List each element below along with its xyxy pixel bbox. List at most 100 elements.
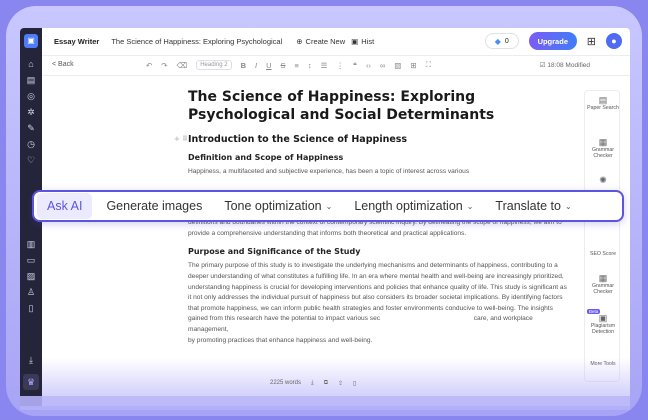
upgrade-button[interactable]: Upgrade: [528, 32, 577, 50]
download-doc-icon[interactable]: ⤓: [311, 380, 314, 387]
document-heading: The Science of Happiness: Exploring Psyc…: [188, 89, 495, 123]
plagiarism-tool[interactable]: ▣ Plagiarism Detection: [585, 313, 621, 336]
length-optimization-label: Length optimization: [354, 199, 463, 213]
plagiarism-label: Plagiarism Detection: [590, 323, 616, 335]
heading-select[interactable]: Heading 2: [196, 60, 232, 70]
chevron-down-icon: ⌄: [466, 201, 474, 211]
file-icon[interactable]: ▯: [25, 302, 37, 314]
line-height-icon[interactable]: ↕: [308, 61, 312, 70]
section-heading-intro: + ⠿ Introduction to the Science of Happi…: [174, 134, 568, 145]
document-title-tab[interactable]: The Science of Happiness: Exploring Psyc…: [111, 37, 282, 46]
subheading-definition: Definition and Scope of Happiness: [188, 153, 344, 162]
chat-icon[interactable]: ▭: [25, 254, 37, 266]
grammar-checker-tool[interactable]: ▦ Grammar Checker: [585, 138, 621, 160]
clock-icon[interactable]: ◷: [25, 138, 37, 150]
create-new-button[interactable]: ⊕ Create New: [296, 37, 345, 46]
translate-label: Translate to: [495, 199, 561, 213]
seo-score-label: SEO Score: [590, 251, 616, 257]
palette-icon: ✺: [599, 175, 607, 185]
format-painter-icon[interactable]: ⌫: [177, 61, 188, 70]
paper-search-label: Paper Search: [587, 105, 619, 111]
grammar-checker-2-icon: ▦: [598, 273, 608, 283]
history-button[interactable]: ▣ Hist: [351, 37, 374, 46]
tone-optimization-dropdown[interactable]: Tone optimization ⌄: [224, 199, 332, 213]
modified-label: 18:08 Modified: [547, 62, 590, 69]
avatar[interactable]: ●: [606, 33, 622, 49]
translate-dropdown[interactable]: Translate to ⌄: [495, 199, 571, 213]
grammar-checker-label: Grammar Checker: [592, 147, 614, 159]
undo-icon[interactable]: ↶: [146, 61, 152, 70]
stamp-icon[interactable]: ♙: [25, 286, 37, 298]
strikethrough-icon[interactable]: S: [281, 61, 286, 70]
app-logo-icon[interactable]: ▣: [24, 34, 38, 48]
grammar-checker-2-label: Grammar Checker: [592, 283, 614, 295]
numbered-list-icon[interactable]: ⋮: [336, 61, 344, 70]
history-icon: ▣: [351, 37, 359, 46]
subheading-purpose: Purpose and Significance of the Study: [188, 247, 361, 257]
document-icon[interactable]: ▤: [25, 74, 37, 86]
history-label: Hist: [361, 37, 375, 46]
editor-toolbar: < Back ↶ ↷ ⌫ Heading 2 B I U S ≡ ↕ ☰ ⋮ ❝…: [42, 56, 630, 76]
seo-score-tool[interactable]: SEO Score: [585, 251, 621, 257]
quote-icon[interactable]: ❝: [353, 61, 357, 70]
chevron-down-icon: ⌄: [564, 201, 572, 211]
fullscreen-icon[interactable]: ⛶: [426, 60, 431, 70]
pen-icon[interactable]: ✎: [25, 122, 37, 134]
app-name: Essay Writer: [54, 37, 100, 46]
more-tools-button[interactable]: More Tools: [585, 361, 621, 367]
word-count-bar: 2225 words ⤓ ⧉ ⇪ ▯: [270, 376, 460, 390]
back-button[interactable]: < Back: [52, 61, 74, 68]
bold-icon[interactable]: B: [241, 61, 246, 70]
image-insert-icon[interactable]: ▧: [394, 61, 401, 70]
download-icon[interactable]: ⤓: [25, 354, 37, 366]
diamond-icon: ◆: [494, 36, 501, 46]
italic-icon[interactable]: I: [255, 61, 257, 70]
credits-badge[interactable]: ◆ 0: [484, 33, 519, 49]
word-count: 2225 words: [270, 380, 302, 386]
paragraph-purpose-text: The primary purpose of this study is to …: [188, 262, 567, 323]
paper-search-tool[interactable]: ▤ Paper Search: [585, 95, 621, 112]
drag-handle-icon[interactable]: + ⠿: [174, 135, 188, 143]
length-optimization-dropdown[interactable]: Length optimization ⌄: [354, 199, 473, 213]
plus-circle-icon: ⊕: [296, 37, 303, 46]
generate-images-button[interactable]: Generate images: [106, 199, 202, 213]
home-icon[interactable]: ⌂: [25, 58, 37, 70]
align-icon[interactable]: ≡: [295, 61, 299, 70]
top-bar: Essay Writer The Science of Happiness: E…: [42, 28, 630, 56]
grammar-checker-tool-2[interactable]: ▦ Grammar Checker: [585, 273, 621, 296]
credits-count: 0: [504, 37, 509, 45]
check-icon: ☑: [539, 62, 546, 69]
section-heading-intro-text: Introduction to the Science of Happiness: [188, 134, 408, 145]
plagiarism-icon: ▣: [598, 313, 608, 323]
apps-grid-icon[interactable]: ⊞: [587, 35, 596, 48]
more-tools-label: More Tools: [590, 361, 616, 367]
book-icon[interactable]: ▥: [25, 238, 37, 250]
copy-icon[interactable]: ⧉: [324, 380, 328, 387]
ask-ai-button[interactable]: Ask AI: [37, 193, 93, 219]
ai-action-bar: Ask AI Generate images Tone optimization…: [32, 190, 624, 222]
settings-icon[interactable]: ✲: [25, 106, 37, 118]
underline-icon[interactable]: U: [266, 61, 271, 70]
file-export-icon[interactable]: ▯: [353, 380, 356, 387]
link-icon[interactable]: ∞: [380, 61, 385, 70]
chevron-down-icon: ⌄: [325, 201, 333, 211]
rewrite-tool[interactable]: ✺: [585, 175, 621, 185]
paragraph-definition-start: Happiness, a multifaceted and subjective…: [188, 168, 470, 175]
bottom-frame-strip: [20, 396, 630, 410]
paragraph-closing: by promoting practices that enhance happ…: [188, 336, 373, 344]
tone-optimization-label: Tone optimization: [224, 199, 322, 213]
right-tools-sidebar: ▤ Paper Search ▦ Grammar Checker ✺ SEO S…: [584, 90, 620, 382]
generate-images-label: Generate images: [106, 199, 203, 213]
check-circle-icon[interactable]: ◎: [25, 90, 37, 102]
crown-icon[interactable]: ♛: [23, 374, 39, 390]
image-icon[interactable]: ▨: [25, 270, 37, 282]
table-icon[interactable]: ⊞: [410, 61, 416, 70]
create-new-label: Create New: [305, 37, 346, 46]
paper-search-icon: ▤: [598, 95, 608, 105]
heart-icon[interactable]: ♡: [25, 154, 37, 166]
paragraph-purpose: The primary purpose of this study is to …: [188, 261, 568, 346]
bullet-list-icon[interactable]: ☰: [321, 61, 328, 70]
code-icon[interactable]: ‹›: [366, 61, 371, 70]
export-icon[interactable]: ⇪: [338, 380, 343, 387]
redo-icon[interactable]: ↷: [161, 61, 167, 70]
